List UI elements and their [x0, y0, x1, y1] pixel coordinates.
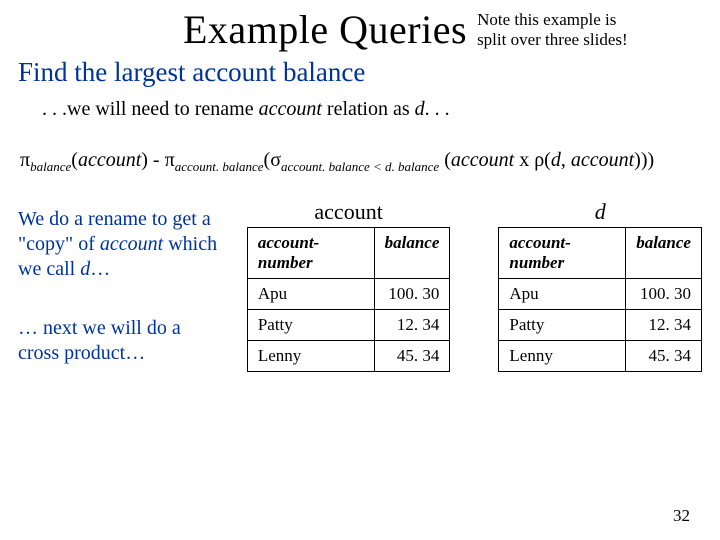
sigma-sub: account. balance < d. balance	[281, 159, 439, 174]
open-1: (	[71, 149, 78, 171]
left-para-2: … next we will do a cross product…	[18, 316, 219, 366]
col-account-number: account-number	[499, 228, 626, 279]
table-row: account-number balance	[499, 228, 702, 279]
table-d-caption: d	[498, 199, 702, 225]
table-row: account-number balance	[247, 228, 450, 279]
pi-sub-2: account. balance	[175, 159, 264, 174]
close-1: )	[141, 149, 148, 171]
table-row: Lenny 45. 34	[247, 341, 450, 372]
rename-post: relation as	[322, 98, 415, 120]
cell-name: Lenny	[499, 341, 626, 372]
note-line-1: Note this example is	[477, 10, 616, 29]
table-account: account-number balance Apu 100. 30 Patty…	[247, 227, 451, 372]
body-row: We do a rename to get a "copy" of accoun…	[18, 207, 702, 400]
acct-2: account	[451, 149, 514, 171]
tables: account account-number balance Apu 100. …	[247, 199, 702, 372]
cross-x: x	[519, 149, 529, 171]
rho-acct: account	[571, 149, 634, 171]
subtitle: Find the largest account balance	[18, 57, 702, 88]
cell-name: Lenny	[247, 341, 374, 372]
table-account-caption: account	[247, 199, 451, 225]
cell-balance: 12. 34	[626, 310, 702, 341]
table-row: Apu 100. 30	[247, 279, 450, 310]
minus: -	[148, 149, 165, 171]
table-row: Lenny 45. 34	[499, 341, 702, 372]
slide-note: Note this example is split over three sl…	[477, 10, 628, 49]
rho-d: d	[551, 149, 561, 171]
table-d-wrap: d account-number balance Apu 100. 30 Pat…	[498, 199, 702, 372]
table-row: Apu 100. 30	[499, 279, 702, 310]
open-rho: (	[544, 149, 551, 171]
title-row: Example Queries Note this example is spl…	[18, 6, 702, 53]
p1d: d	[80, 258, 90, 280]
table-account-wrap: account account-number balance Apu 100. …	[247, 199, 451, 372]
rho-symbol: ρ	[534, 149, 544, 171]
close-all: )))	[634, 149, 654, 171]
slide: Example Queries Note this example is spl…	[0, 0, 720, 540]
slide-title: Example Queries	[183, 6, 467, 53]
formula: πbalance(account) - πaccount. balance(σa…	[20, 149, 702, 175]
cell-balance: 100. 30	[374, 279, 450, 310]
slide-number: 32	[673, 506, 690, 526]
sigma-symbol: σ	[270, 149, 281, 171]
table-d: account-number balance Apu 100. 30 Patty…	[498, 227, 702, 372]
col-balance: balance	[374, 228, 450, 279]
rename-d: d	[415, 98, 425, 120]
left-para-1: We do a rename to get a "copy" of accoun…	[18, 207, 219, 282]
rename-account: account	[259, 98, 322, 120]
open-3: (	[444, 149, 451, 171]
p1e: …	[90, 258, 110, 280]
col-balance: balance	[626, 228, 702, 279]
cell-balance: 45. 34	[626, 341, 702, 372]
note-line-2: split over three slides!	[477, 30, 628, 49]
p1b: account	[100, 233, 163, 255]
cell-name: Apu	[247, 279, 374, 310]
cell-name: Patty	[247, 310, 374, 341]
rename-pre: . . .we will need to rename	[42, 98, 259, 120]
cell-balance: 100. 30	[626, 279, 702, 310]
rename-end: . . .	[425, 98, 450, 120]
pi-symbol-2: π	[165, 149, 175, 171]
pi-sub-1: balance	[30, 159, 71, 174]
col-account-number: account-number	[247, 228, 374, 279]
table-row: Patty 12. 34	[247, 310, 450, 341]
table-row: Patty 12. 34	[499, 310, 702, 341]
rho-comma: ,	[561, 149, 571, 171]
cell-name: Apu	[499, 279, 626, 310]
cell-balance: 45. 34	[374, 341, 450, 372]
pi-symbol: π	[20, 149, 30, 171]
acct-1: account	[78, 149, 141, 171]
left-text: We do a rename to get a "copy" of accoun…	[18, 207, 219, 400]
cell-balance: 12. 34	[374, 310, 450, 341]
cell-name: Patty	[499, 310, 626, 341]
rename-line: . . .we will need to rename account rela…	[42, 98, 702, 121]
